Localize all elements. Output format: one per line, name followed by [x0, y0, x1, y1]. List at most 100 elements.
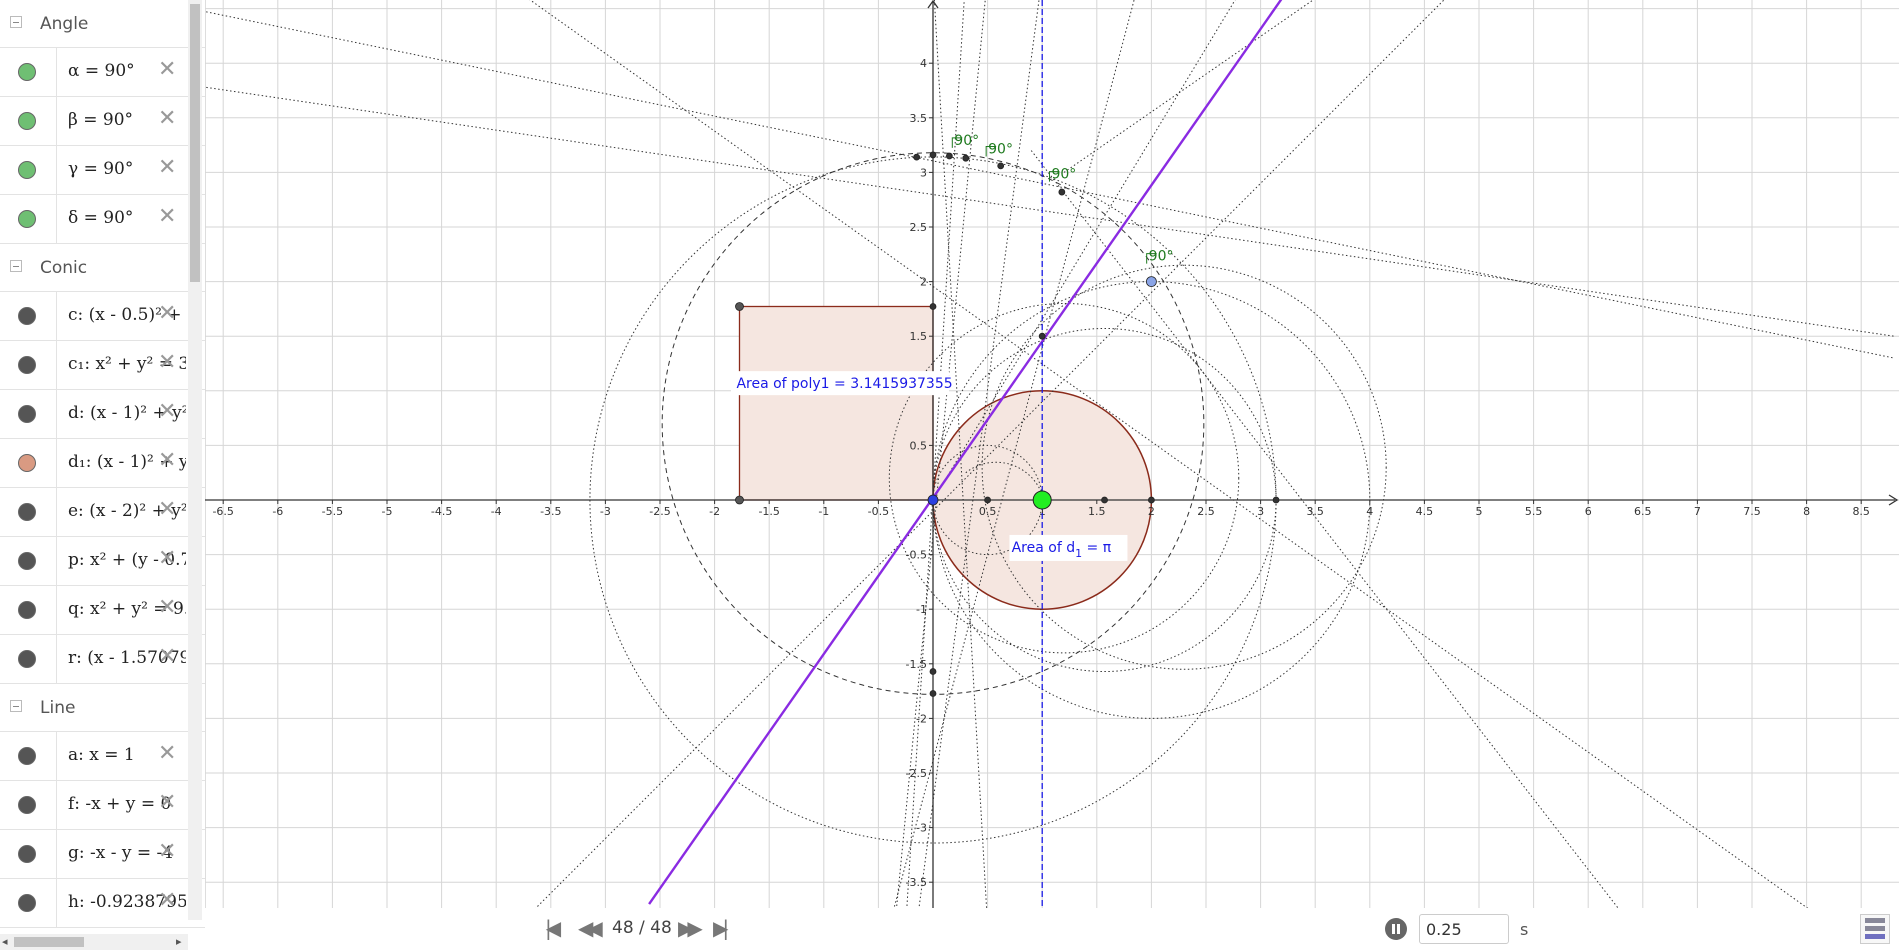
group-header-conic[interactable]: Conic: [0, 244, 205, 292]
previous-frame-button[interactable]: ◀◀: [578, 916, 603, 940]
delete-icon[interactable]: ✕: [158, 58, 176, 82]
angle-label: 90°: [1051, 167, 1076, 183]
algebra-item[interactable]: f: -x + y = 0 ✕: [0, 781, 205, 830]
divider: [56, 732, 57, 780]
scrollbar-thumb[interactable]: [14, 937, 84, 947]
x-tick-label: 3: [1257, 505, 1264, 518]
algebra-item[interactable]: q: x² + y² = 9.8✕: [0, 586, 205, 635]
visibility-toggle-icon[interactable]: [18, 356, 36, 374]
visibility-toggle-icon[interactable]: [18, 454, 36, 472]
horizontal-scrollbar[interactable]: ◂ ▸: [0, 934, 188, 950]
algebra-item[interactable]: c₁: x² + y² = 3. ✕: [0, 341, 205, 390]
group-label: Conic: [40, 258, 88, 278]
x-tick-label: 4.5: [1416, 505, 1434, 518]
collapse-icon[interactable]: [10, 700, 22, 712]
algebra-item[interactable]: δ = 90° ✕: [0, 195, 205, 244]
x-tick-label: 0.5: [979, 505, 997, 518]
divider: [56, 390, 57, 438]
y-tick-label: -2.5: [906, 767, 927, 780]
x-tick-label: 5: [1476, 505, 1483, 518]
delete-icon[interactable]: ✕: [158, 889, 176, 913]
delete-icon[interactable]: ✕: [158, 205, 176, 229]
x-tick-label: -0.5: [868, 505, 889, 518]
dotted-line: [529, 0, 1809, 908]
delete-icon[interactable]: ✕: [158, 351, 176, 375]
visibility-toggle-icon[interactable]: [18, 894, 36, 912]
delete-icon[interactable]: ✕: [158, 596, 176, 620]
y-tick-label: 3.5: [910, 112, 928, 125]
scroll-right-icon[interactable]: ▸: [176, 935, 182, 948]
polygon-poly1: [738, 305, 934, 501]
algebra-item[interactable]: α = 90° ✕: [0, 48, 205, 97]
x-tick-label: 8: [1803, 505, 1810, 518]
delete-icon[interactable]: ✕: [158, 547, 176, 571]
y-tick-label: 1.5: [910, 330, 928, 343]
collapse-icon[interactable]: [10, 260, 22, 272]
delete-icon[interactable]: ✕: [158, 742, 176, 766]
point: [929, 690, 937, 697]
y-tick-label: -3.5: [906, 876, 927, 889]
algebra-item[interactable]: β = 90° ✕: [0, 97, 205, 146]
algebra-item[interactable]: g: -x - y = -4 ✕: [0, 830, 205, 879]
visibility-toggle-icon[interactable]: [18, 747, 36, 765]
visibility-toggle-icon[interactable]: [18, 112, 36, 130]
x-tick-label: 7: [1694, 505, 1701, 518]
delete-icon[interactable]: ✕: [158, 400, 176, 424]
pause-icon[interactable]: [1385, 918, 1407, 940]
delete-icon[interactable]: ✕: [158, 156, 176, 180]
scrollbar-thumb[interactable]: [190, 4, 200, 282]
algebra-item[interactable]: d₁: (x - 1)² + y² ✕: [0, 439, 205, 488]
algebra-item[interactable]: r: (x - 1.570796✕: [0, 635, 205, 684]
visibility-toggle-icon[interactable]: [18, 845, 36, 863]
angle-label: 90°: [988, 142, 1013, 158]
scroll-left-icon[interactable]: ◂: [2, 935, 8, 948]
divider: [56, 586, 57, 634]
delete-icon[interactable]: ✕: [158, 498, 176, 522]
group-header-line[interactable]: Line: [0, 684, 205, 732]
visibility-toggle-icon[interactable]: [18, 161, 36, 179]
visibility-toggle-icon[interactable]: [18, 405, 36, 423]
last-frame-button[interactable]: ▶|: [713, 916, 729, 940]
collapse-icon[interactable]: [10, 16, 22, 28]
vertical-scrollbar[interactable]: [188, 0, 202, 920]
algebra-item[interactable]: p: x² + (y - 0.7 ✕: [0, 537, 205, 586]
delete-icon[interactable]: ✕: [158, 645, 176, 669]
visibility-toggle-icon[interactable]: [18, 210, 36, 228]
delete-icon[interactable]: ✕: [158, 302, 176, 326]
point: [945, 152, 953, 160]
frame-counter: 48 / 48: [612, 918, 672, 938]
delete-icon[interactable]: ✕: [158, 449, 176, 473]
visibility-toggle-icon[interactable]: [18, 307, 36, 325]
visibility-toggle-icon[interactable]: [18, 63, 36, 81]
visibility-toggle-icon[interactable]: [18, 650, 36, 668]
algebra-item[interactable]: a: x = 1 ✕: [0, 732, 205, 781]
algebra-item[interactable]: d: (x - 1)² + y² ✕: [0, 390, 205, 439]
graphics-view[interactable]: -6.5 -6 -5.5 -5 -4.5 -4 -3.5 -3 -2.5 -2 -1.5 -1 -0.5…: [205, 0, 1899, 908]
algebra-item[interactable]: h: -0.923879532✕: [0, 879, 205, 928]
x-tick-label: -6: [272, 505, 283, 518]
animation-speed-input[interactable]: [1419, 914, 1509, 944]
delete-icon[interactable]: ✕: [158, 840, 176, 864]
point: [929, 151, 937, 159]
visibility-toggle-icon[interactable]: [18, 601, 36, 619]
table-view-icon[interactable]: [1860, 914, 1890, 944]
algebra-item[interactable]: γ = 90° ✕: [0, 146, 205, 195]
visibility-toggle-icon[interactable]: [18, 503, 36, 521]
x-tick-label: 2.5: [1197, 505, 1215, 518]
next-frame-button[interactable]: ▶▶: [678, 916, 703, 940]
group-header-angle[interactable]: Angle: [0, 0, 205, 48]
visibility-toggle-icon[interactable]: [18, 552, 36, 570]
visibility-toggle-icon[interactable]: [18, 796, 36, 814]
first-frame-button[interactable]: |◀: [545, 916, 561, 940]
algebra-item[interactable]: e: (x - 2)² + y² ✕: [0, 488, 205, 537]
algebra-item[interactable]: c: (x - 0.5)² + y²✕: [0, 292, 205, 341]
point: [735, 302, 744, 311]
x-tick-label: -5.5: [322, 505, 343, 518]
x-tick-label: 7.5: [1743, 505, 1761, 518]
delete-icon[interactable]: ✕: [158, 107, 176, 131]
x-tick-label: 4: [1366, 505, 1373, 518]
area-d1-subscript: 1: [1075, 547, 1082, 560]
x-tick-label: -6.5: [212, 505, 233, 518]
point-blue: [1146, 276, 1157, 288]
delete-icon[interactable]: ✕: [158, 791, 176, 815]
